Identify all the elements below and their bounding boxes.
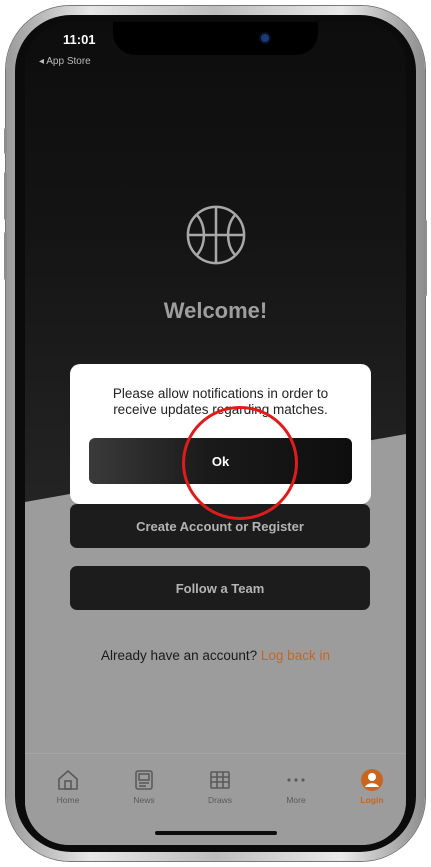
- log-back-in-link[interactable]: Log back in: [261, 648, 330, 663]
- home-indicator: [155, 831, 277, 835]
- tab-news-label: News: [133, 795, 155, 805]
- tab-more-label: More: [286, 795, 306, 805]
- home-icon: [58, 769, 78, 790]
- tab-home[interactable]: Home: [38, 768, 98, 805]
- tab-more[interactable]: More: [266, 768, 326, 805]
- basketball-icon: [186, 205, 246, 265]
- app-screen: 11:01 ◂ App Store Welcome! Create Accoun…: [25, 22, 406, 845]
- login-prompt-text: Already have an account?: [101, 648, 258, 663]
- tab-bar: Home News Draws More Login: [25, 753, 406, 845]
- camera-icon: [261, 34, 269, 42]
- tab-draws[interactable]: Draws: [190, 768, 250, 805]
- tab-login-label: Login: [360, 795, 384, 805]
- tab-login[interactable]: Login: [342, 768, 402, 805]
- login-prompt: Already have an account? Log back in: [25, 648, 406, 663]
- tab-news[interactable]: News: [114, 768, 174, 805]
- back-to-app-store-link[interactable]: ◂ App Store: [39, 56, 91, 67]
- tab-draws-label: Draws: [207, 795, 233, 805]
- follow-team-button[interactable]: Follow a Team: [70, 566, 370, 610]
- user-icon: [361, 769, 383, 791]
- draws-icon: [210, 771, 230, 789]
- side-button: [4, 128, 7, 154]
- tab-home-label: Home: [56, 795, 80, 805]
- news-icon: [135, 770, 153, 790]
- volume-up-button: [4, 172, 7, 220]
- more-icon: [287, 778, 305, 782]
- notch: [113, 22, 318, 55]
- volume-down-button: [4, 232, 7, 280]
- status-time: 11:01: [63, 32, 96, 47]
- power-button: [424, 220, 427, 296]
- welcome-title: Welcome!: [163, 298, 268, 323]
- highlight-circle: [182, 406, 298, 520]
